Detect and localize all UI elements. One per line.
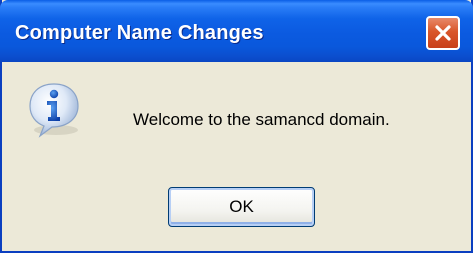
window-title: Computer Name Changes xyxy=(15,22,264,44)
close-button[interactable] xyxy=(426,16,460,50)
info-icon xyxy=(29,83,79,138)
dialog-body: Welcome to the samancd domain. OK xyxy=(2,62,471,253)
dialog-message: Welcome to the samancd domain. xyxy=(133,110,390,129)
title-bar[interactable]: Computer Name Changes xyxy=(0,0,473,62)
dialog-window: Computer Name Changes Welcome to the sam… xyxy=(0,0,473,253)
ok-button[interactable]: OK xyxy=(168,187,315,227)
close-icon xyxy=(435,25,451,41)
